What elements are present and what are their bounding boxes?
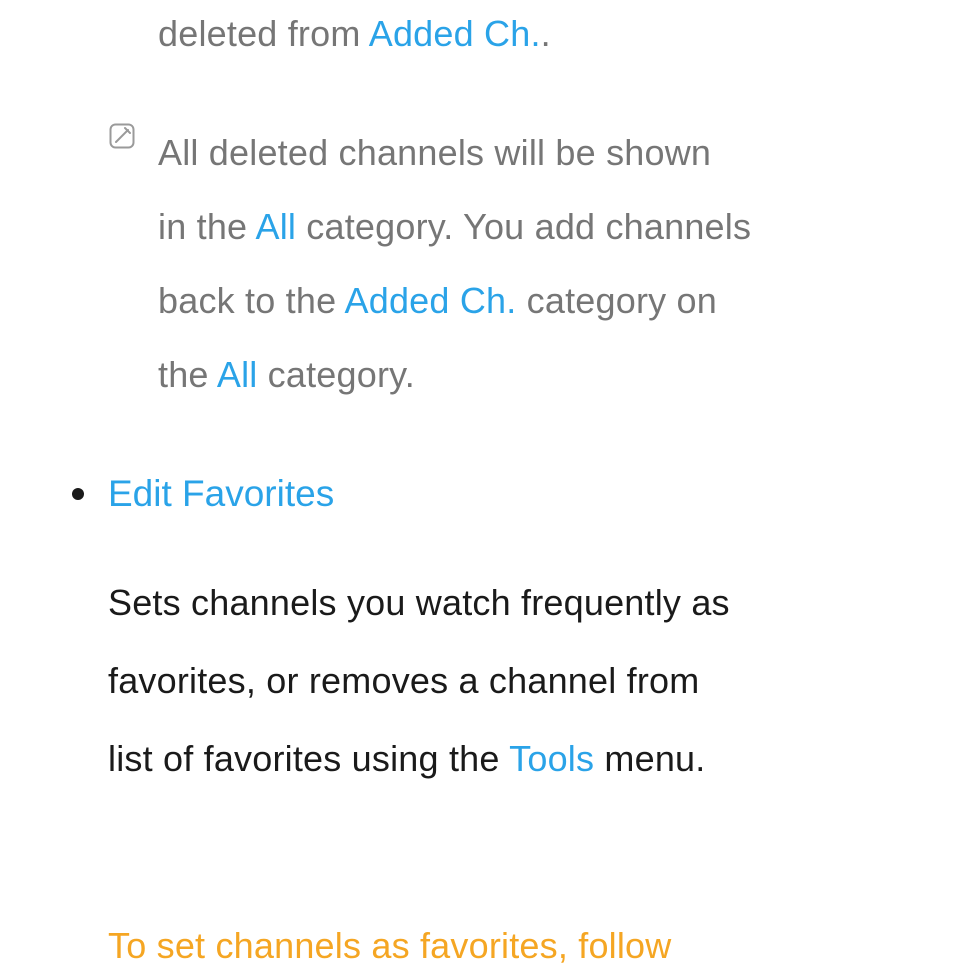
- text-line: deleted from Added Ch..: [158, 6, 924, 62]
- section-heading-row: Edit Favorites: [0, 472, 954, 516]
- note-block: All deleted channels will be shown in th…: [0, 116, 954, 412]
- link-tools: Tools: [509, 738, 594, 779]
- text-line: Sets channels you watch frequently as: [108, 564, 924, 642]
- text-fragment: the: [158, 354, 217, 395]
- text-fragment: list of favorites using the: [108, 738, 509, 779]
- link-all: All: [255, 206, 296, 247]
- section-title-text: Edit Favorites: [108, 473, 334, 514]
- link-added-ch: Added Ch.: [345, 280, 517, 321]
- section-body: Sets channels you watch frequently as fa…: [0, 564, 954, 798]
- text-fragment: back to the: [158, 280, 345, 321]
- text-fragment: in the: [158, 206, 255, 247]
- text-fragment: Sets channels you watch frequently as: [108, 582, 730, 623]
- note-icon: [108, 122, 136, 150]
- text-fragment: .: [541, 13, 551, 54]
- section-title: Edit Favorites: [108, 472, 924, 516]
- text-fragment: deleted from: [158, 13, 369, 54]
- text-fragment: category.: [257, 354, 414, 395]
- instruction-text: To set channels as favorites, follow: [108, 925, 671, 966]
- text-fragment: menu.: [594, 738, 705, 779]
- text-fragment: favorites, or removes a channel from: [108, 660, 699, 701]
- link-all: All: [217, 354, 258, 395]
- text-line: in the All category. You add channels: [158, 190, 924, 264]
- text-line: the All category.: [158, 338, 924, 412]
- text-line: favorites, or removes a channel from: [108, 642, 924, 720]
- text-fragment: All deleted channels will be shown: [158, 132, 711, 173]
- text-line: list of favorites using the Tools menu.: [108, 720, 924, 798]
- link-added-ch: Added Ch.: [369, 13, 541, 54]
- manual-page: deleted from Added Ch.. All deleted chan…: [0, 0, 954, 977]
- text-fragment: category. You add channels: [296, 206, 751, 247]
- text-line: back to the Added Ch. category on: [158, 264, 924, 338]
- prev-paragraph-tail: deleted from Added Ch..: [0, 0, 954, 62]
- bullet-icon: [72, 488, 84, 500]
- text-line: All deleted channels will be shown: [158, 116, 924, 190]
- instruction-block: To set channels as favorites, follow: [0, 918, 954, 974]
- text-fragment: category on: [516, 280, 717, 321]
- text-line: To set channels as favorites, follow: [108, 918, 924, 974]
